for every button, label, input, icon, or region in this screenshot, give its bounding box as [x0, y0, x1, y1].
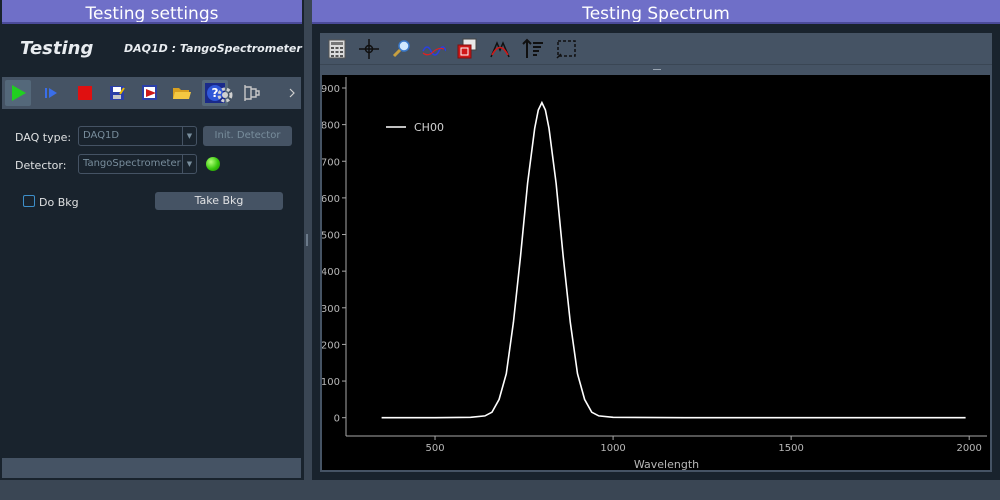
sort-icon	[522, 38, 543, 58]
settings-dock-title[interactable]: Testing settings	[2, 0, 302, 24]
wave-icon	[422, 46, 446, 56]
plot-toolbar	[320, 33, 992, 65]
take-bkg-button[interactable]: Take Bkg	[155, 192, 283, 210]
daq-toolbar: ?	[2, 77, 301, 109]
y-tick-label: 200	[322, 340, 340, 351]
y-tick-label: 900	[322, 84, 340, 95]
save-button[interactable]	[104, 80, 130, 106]
run-step-icon	[45, 88, 57, 98]
fit-icon	[490, 41, 510, 58]
settings-gear-icon	[217, 87, 233, 103]
y-tick-label: 700	[322, 157, 340, 168]
take-bkg-label: Take Bkg	[194, 194, 244, 207]
daq-type-value: DAQ1D	[83, 130, 120, 141]
init-detector-label: Init. Detector	[214, 130, 281, 141]
chevron-down-icon: ▼	[182, 155, 196, 173]
status-bar	[2, 458, 301, 478]
run-step-button[interactable]	[38, 80, 64, 106]
x-tick-label: 500	[425, 443, 444, 454]
x-tick-label: 1000	[600, 443, 625, 454]
roi-button[interactable]	[454, 36, 480, 62]
y-tick-label: 600	[322, 194, 340, 205]
x-tick-label: 1500	[778, 443, 803, 454]
crosshair-button[interactable]	[356, 36, 382, 62]
roi-icon	[457, 38, 477, 59]
y-tick-label: 800	[322, 121, 340, 132]
zoom-icon	[392, 40, 410, 58]
more-chevron-icon	[289, 88, 295, 98]
crosshair-icon	[359, 39, 379, 59]
spectrum-chart[interactable]: 0 100 200 300 400 500 600 700 800 900 500 1000 1500 2…	[321, 75, 990, 471]
status-led	[206, 157, 220, 171]
calculator-icon	[328, 39, 346, 59]
y-tick-label: 400	[322, 267, 340, 278]
legend-label: CH00	[414, 121, 444, 134]
app-title: Testing	[20, 38, 94, 59]
spectrum-dock-title[interactable]: Testing Spectrum	[312, 0, 1000, 24]
dock-splitter-handle[interactable]	[306, 234, 308, 246]
save-red-icon	[142, 85, 157, 100]
detector-select[interactable]: TangoSpectrometer ▼	[78, 154, 197, 174]
play-button[interactable]	[5, 80, 31, 106]
collapse-handle[interactable]	[653, 69, 661, 70]
save-icon	[110, 86, 125, 100]
do-bkg-checkbox[interactable]	[23, 195, 35, 207]
spectrum-dock: Testing Spectrum 0 100 200 300 400 500 6…	[312, 0, 1000, 480]
daq-type-select[interactable]: DAQ1D ▼	[78, 126, 197, 146]
select-region-button[interactable]	[553, 36, 579, 62]
y-tick-label: 100	[322, 377, 340, 388]
open-folder-icon	[173, 88, 191, 99]
play-icon	[12, 85, 26, 101]
select-region-icon	[556, 40, 576, 59]
x-tick-label: 2000	[956, 443, 981, 454]
detector-label: Detector:	[15, 159, 67, 172]
detector-info: DAQ1D : TangoSpectrometer	[124, 42, 302, 55]
chevron-down-icon: ▼	[182, 127, 196, 145]
plot-frame: 0 100 200 300 400 500 600 700 800 900 500 1000 1500 2…	[320, 33, 992, 472]
series-line-ch00	[381, 100, 966, 419]
zoom-button[interactable]	[389, 36, 415, 62]
daq-type-label: DAQ type:	[15, 131, 72, 144]
log-icon	[244, 85, 260, 101]
settings-dock: Testing settings Testing DAQ1D : TangoSp…	[0, 0, 304, 480]
stop-icon	[78, 86, 92, 100]
y-tick-label: 300	[322, 304, 340, 315]
wave-button[interactable]	[421, 36, 447, 62]
toolbar-overflow-button[interactable]	[285, 80, 299, 106]
save-current-button[interactable]	[137, 80, 163, 106]
fit-button[interactable]	[487, 36, 513, 62]
x-axis-label: Wavelength	[634, 458, 699, 470]
settings-button[interactable]	[216, 85, 234, 105]
init-detector-button[interactable]: Init. Detector	[203, 126, 292, 146]
calculator-button[interactable]	[324, 36, 350, 62]
y-tick-label: 0	[334, 414, 340, 425]
y-tick-label: 500	[322, 231, 340, 242]
detector-value: TangoSpectrometer	[83, 158, 181, 169]
stop-button[interactable]	[72, 80, 98, 106]
spectrum-plot[interactable]: 0 100 200 300 400 500 600 700 800 900 500 1000 1500 2…	[321, 75, 990, 471]
open-button[interactable]	[169, 80, 195, 106]
do-bkg-label[interactable]: Do Bkg	[39, 196, 79, 209]
sort-button[interactable]	[520, 36, 546, 62]
log-button[interactable]	[239, 80, 265, 106]
